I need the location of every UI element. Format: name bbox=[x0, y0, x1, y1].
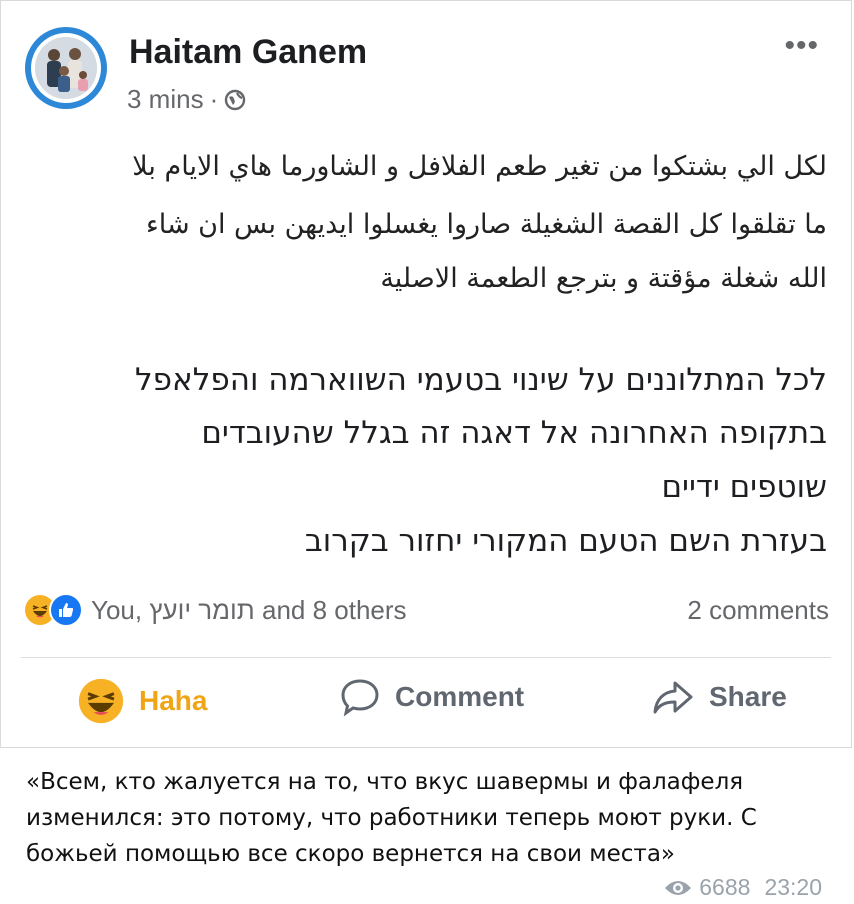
more-options-button[interactable]: ••• bbox=[784, 29, 819, 63]
comments-count-link[interactable]: 2 comments bbox=[687, 595, 829, 626]
family-photo-icon bbox=[35, 37, 97, 99]
meta-separator: · bbox=[209, 84, 219, 114]
post-text-hebrew-line-2: בתקופה האחרונה אל דאגה זה בגלל שהעובדים bbox=[201, 415, 827, 451]
haha-icon bbox=[78, 678, 124, 724]
author-name[interactable]: Haitam Ganem bbox=[129, 33, 367, 72]
reactions-label: You, תומר יועץ and 8 others bbox=[91, 594, 407, 625]
comment-label: Comment bbox=[395, 681, 525, 712]
share-button[interactable]: Share bbox=[651, 677, 787, 717]
post-text-hebrew-line-1: לכל המתלוננים על שינוי בטעמי השווארמה וה… bbox=[135, 362, 827, 398]
facebook-post-card: Haitam Ganem 3 mins · ••• لكل الي بشتكوا… bbox=[0, 0, 852, 748]
actions-divider bbox=[21, 657, 831, 658]
comment-button[interactable]: Comment bbox=[339, 677, 524, 717]
globe-icon bbox=[225, 89, 246, 110]
message-caption: «Всем, кто жалуется на то, что вкус шаве… bbox=[26, 769, 757, 867]
post-text-hebrew-line-3: שוטפים ידיים bbox=[661, 469, 827, 505]
share-label: Share bbox=[709, 681, 787, 712]
message-time: 23:20 bbox=[764, 874, 822, 900]
avatar[interactable] bbox=[25, 27, 107, 109]
avatar-photo bbox=[35, 37, 97, 99]
post-text-arabic-line-2: ما تقلقوا كل القصة الشغيلة صاروا يغسلوا … bbox=[146, 209, 827, 240]
views-count: 6688 bbox=[699, 874, 751, 900]
message-footer: 6688 23:20 bbox=[663, 874, 822, 901]
haha-button[interactable]: Haha bbox=[77, 677, 207, 725]
eye-icon bbox=[665, 880, 692, 895]
reactions-summary[interactable]: You, תומר יועץ and 8 others bbox=[23, 593, 407, 627]
share-icon bbox=[653, 681, 693, 714]
haha-label: Haha bbox=[139, 685, 208, 716]
comment-icon bbox=[341, 679, 379, 717]
post-text-arabic-line-3: الله شغلة مؤقتة و بترجع الطعمة الاصلية bbox=[380, 263, 827, 294]
like-reaction-icon bbox=[49, 593, 83, 627]
views-counter: 6688 bbox=[663, 874, 750, 901]
post-text-arabic-line-1: لكل الي بشتكوا من تغير طعم الفلافل و الش… bbox=[132, 151, 827, 182]
post-meta: 3 mins · bbox=[127, 84, 246, 115]
post-text-hebrew-line-4: בעזרת השם הטעם המקורי יחזור בקרוב bbox=[304, 523, 827, 559]
post-time[interactable]: 3 mins bbox=[127, 84, 204, 115]
